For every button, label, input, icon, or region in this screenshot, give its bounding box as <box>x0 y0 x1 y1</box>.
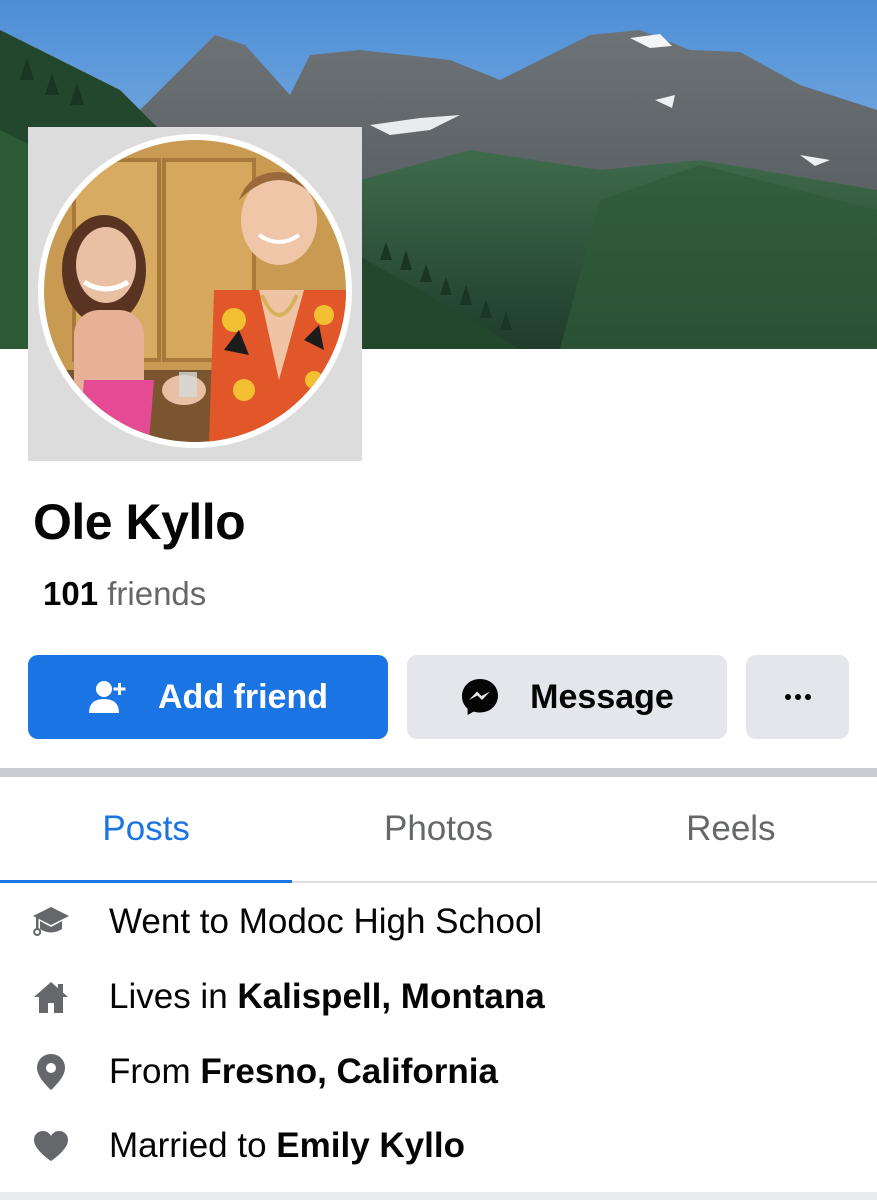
profile-name: Ole Kyllo <box>33 494 246 550</box>
intro-current-city: Lives in Kalispell, Montana <box>0 967 877 1027</box>
intro-relationship: Married to Emily Kyllo <box>0 1116 877 1176</box>
graduation-cap-icon <box>32 903 70 941</box>
tab-photos[interactable]: Photos <box>292 777 584 881</box>
tab-posts[interactable]: Posts <box>0 777 293 883</box>
add-person-icon <box>88 679 128 715</box>
intro-hometown-value[interactable]: Fresno, California <box>200 1052 498 1091</box>
friends-count[interactable]: 101 friends <box>43 574 206 614</box>
profile-picture[interactable] <box>44 140 346 442</box>
profile-picture-frame[interactable] <box>28 127 362 461</box>
profile-tabs: Posts Photos Reels <box>0 777 877 883</box>
intro-relationship-text: Married to Emily Kyllo <box>109 1126 465 1166</box>
location-pin-icon <box>32 1053 70 1091</box>
message-label: Message <box>530 677 674 716</box>
intro-education-text: Went to Modoc High School <box>109 902 543 941</box>
intro-relationship-prefix: Married to <box>109 1126 277 1165</box>
intro-current-city-text: Lives in Kalispell, Montana <box>109 977 545 1017</box>
home-icon <box>32 978 70 1016</box>
ellipsis-icon <box>784 694 811 700</box>
messenger-icon <box>460 677 500 717</box>
friends-count-number: 101 <box>43 575 99 612</box>
add-friend-label: Add friend <box>158 677 328 716</box>
bottom-divider <box>0 1192 877 1200</box>
add-friend-button[interactable]: Add friend <box>28 655 388 739</box>
section-divider <box>0 768 877 777</box>
more-options-button[interactable] <box>746 655 849 739</box>
profile-picture-image <box>44 140 346 442</box>
intro-relationship-value[interactable]: Emily Kyllo <box>276 1126 465 1165</box>
message-button[interactable]: Message <box>407 655 727 739</box>
heart-icon <box>32 1127 70 1165</box>
intro-hometown-prefix: From <box>109 1052 201 1091</box>
intro-current-city-prefix: Lives in <box>109 977 238 1016</box>
intro-education: Went to Modoc High School <box>0 892 877 952</box>
intro-hometown-text: From Fresno, California <box>109 1052 498 1092</box>
tab-reels[interactable]: Reels <box>585 777 877 881</box>
intro-current-city-value[interactable]: Kalispell, Montana <box>237 977 544 1016</box>
profile-picture-ring <box>38 134 352 448</box>
intro-hometown: From Fresno, California <box>0 1042 877 1102</box>
friends-count-label: friends <box>107 575 207 612</box>
